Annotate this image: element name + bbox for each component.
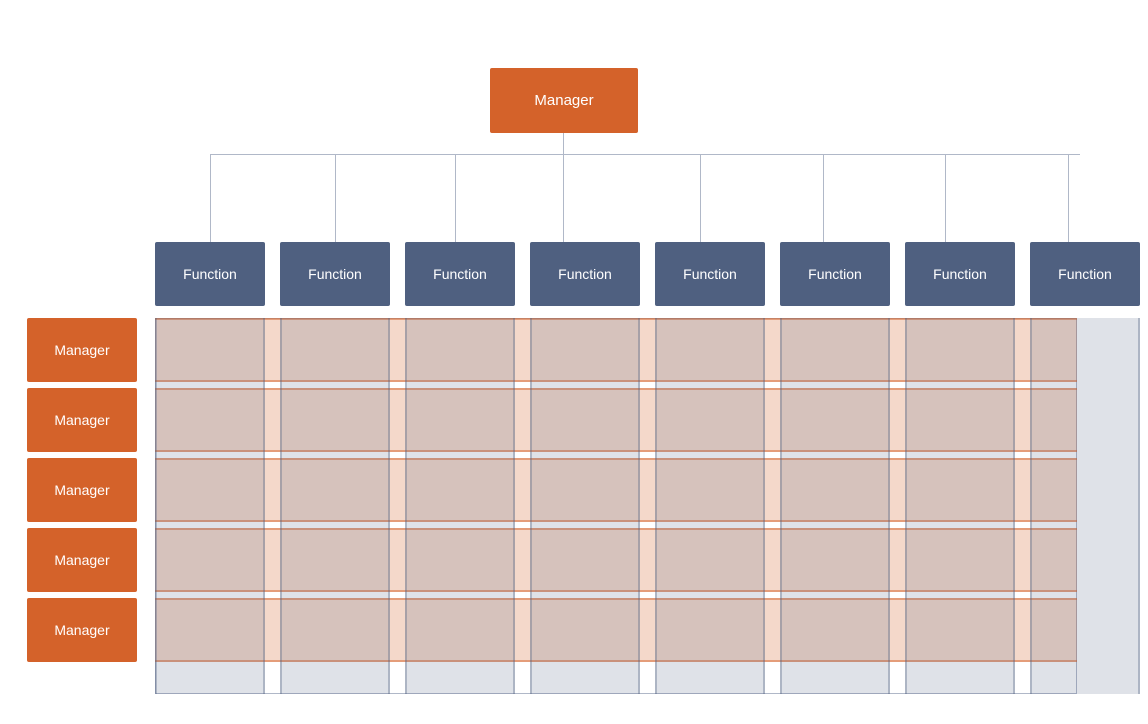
function-label-6: Function [808, 266, 862, 282]
function-box-3: Function [405, 242, 515, 306]
top-manager-box: Manager [490, 68, 638, 133]
v-connector-3 [455, 154, 456, 244]
manager-label-2: Manager [54, 412, 109, 428]
function-box-5: Function [655, 242, 765, 306]
manager-box-5: Manager [27, 598, 137, 662]
manager-label-4: Manager [54, 552, 109, 568]
manager-label-3: Manager [54, 482, 109, 498]
manager-box-4: Manager [27, 528, 137, 592]
manager-label-1: Manager [54, 342, 109, 358]
v-connector-8 [1068, 154, 1069, 244]
function-box-7: Function [905, 242, 1015, 306]
function-label-4: Function [558, 266, 612, 282]
function-label-2: Function [308, 266, 362, 282]
managers-col: Manager Manager Manager Manager Manager [27, 318, 137, 668]
v-connector-1 [210, 154, 211, 244]
v-connector-6 [823, 154, 824, 244]
v-band-6 [780, 318, 890, 694]
function-box-6: Function [780, 242, 890, 306]
diagram-container: Manager Function Function Function Funct… [0, 0, 1148, 724]
grid-area [155, 318, 1077, 694]
v-band-4 [530, 318, 640, 694]
top-manager-label: Manager [534, 92, 593, 109]
v-connector-7 [945, 154, 946, 244]
functions-row: Function Function Function Function Func… [155, 242, 1148, 306]
v-band-7 [905, 318, 1015, 694]
manager-box-3: Manager [27, 458, 137, 522]
manager-box-2: Manager [27, 388, 137, 452]
function-label-5: Function [683, 266, 737, 282]
manager-label-5: Manager [54, 622, 109, 638]
function-label-7: Function [933, 266, 987, 282]
v-band-8 [1030, 318, 1140, 694]
v-connector-2 [335, 154, 336, 244]
v-band-5 [655, 318, 765, 694]
function-box-8: Function [1030, 242, 1140, 306]
function-box-2: Function [280, 242, 390, 306]
function-label-1: Function [183, 266, 237, 282]
function-box-4: Function [530, 242, 640, 306]
v-connector-4 [563, 154, 564, 244]
v-connector-5 [700, 154, 701, 244]
function-label-8: Function [1058, 266, 1112, 282]
v-band-3 [405, 318, 515, 694]
manager-box-1: Manager [27, 318, 137, 382]
h-connector-line [210, 154, 1080, 155]
function-box-1: Function [155, 242, 265, 306]
function-label-3: Function [433, 266, 487, 282]
v-band-2 [280, 318, 390, 694]
v-band-1 [155, 318, 265, 694]
